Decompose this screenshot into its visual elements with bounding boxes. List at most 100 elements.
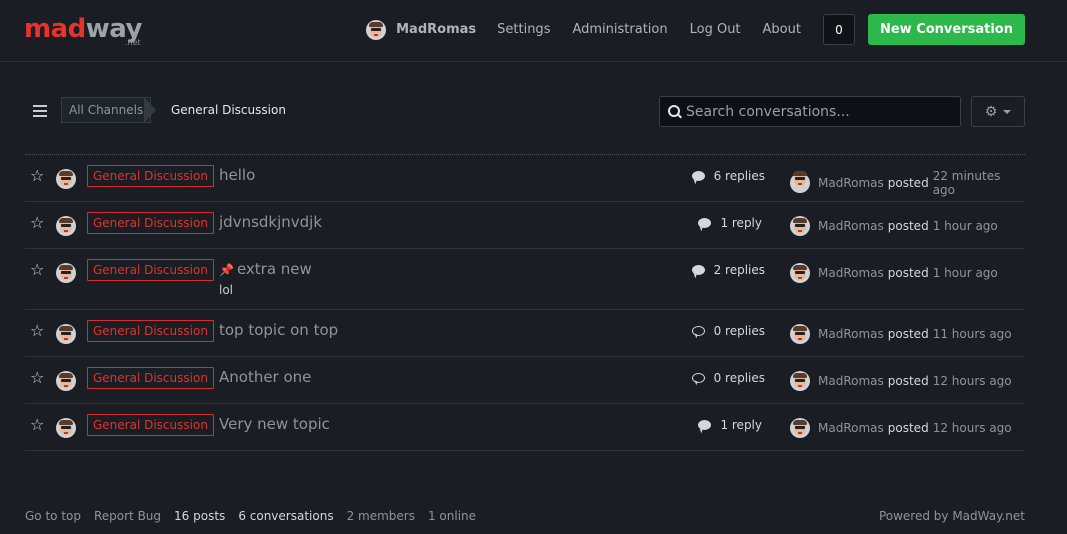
last-post-time[interactable]: 12 hours ago [933, 374, 1012, 388]
user-menu[interactable]: MadRomas [366, 19, 476, 40]
starter-avatar[interactable] [56, 169, 76, 189]
last-post-info: MadRomas posted 1 hour ago [790, 263, 998, 283]
last-poster-avatar[interactable] [790, 418, 810, 438]
last-post-time[interactable]: 11 hours ago [933, 327, 1012, 341]
conversation-row[interactable]: ☆ General Discussion hello 6 replies Mad… [25, 155, 1025, 202]
conversation-row[interactable]: ☆ General Discussion jdvnsdkjnvdjk 1 rep… [25, 202, 1025, 249]
channel-tag[interactable]: General Discussion [87, 212, 214, 234]
starter-avatar[interactable] [56, 418, 76, 438]
pin-icon: 📌 [219, 263, 234, 277]
last-poster-avatar[interactable] [790, 371, 810, 391]
conversation-title[interactable]: top topic on top [219, 321, 338, 339]
last-poster-name[interactable]: MadRomas [818, 374, 884, 388]
conversation-title[interactable]: hello [219, 166, 255, 184]
reply-count-label: 1 reply [720, 418, 762, 432]
comment-icon [698, 420, 712, 430]
comment-outline-icon [691, 326, 705, 336]
logo-suffix: .net [125, 38, 141, 47]
reply-count: 6 replies [691, 169, 765, 183]
report-bug-link[interactable]: Report Bug [94, 509, 161, 523]
logo-text-mad: mad [24, 14, 86, 44]
chevron-down-icon [1003, 109, 1012, 114]
star-icon[interactable]: ☆ [30, 215, 44, 231]
page-footer: Go to top Report Bug 16 posts 6 conversa… [25, 509, 1025, 523]
star-icon[interactable]: ☆ [30, 370, 44, 386]
nav-link-administration[interactable]: Administration [572, 22, 667, 37]
search-icon [668, 104, 682, 119]
last-poster-name[interactable]: MadRomas [818, 266, 884, 280]
last-poster-avatar[interactable] [790, 216, 810, 236]
reply-count-label: 1 reply [720, 216, 762, 230]
nav-link-settings[interactable]: Settings [497, 22, 550, 37]
last-poster-name[interactable]: MadRomas [818, 176, 884, 190]
online-count-link[interactable]: 1 online [428, 509, 476, 523]
posted-label: posted [887, 327, 929, 341]
last-poster-name[interactable]: MadRomas [818, 327, 884, 341]
reply-count-label: 2 replies [713, 263, 765, 277]
settings-dropdown-button[interactable]: ⚙ [971, 96, 1025, 127]
conversation-title-wrap[interactable]: 📌 extra new [219, 260, 312, 278]
search-input[interactable] [686, 103, 946, 120]
top-header: madway .net MadRomas Settings Administra… [0, 0, 1067, 62]
star-icon[interactable]: ☆ [30, 168, 44, 184]
starter-avatar[interactable] [56, 371, 76, 391]
notification-count-button[interactable]: 0 [822, 14, 855, 45]
conversation-title[interactable]: Very new topic [219, 415, 330, 433]
channel-tag[interactable]: General Discussion [87, 320, 214, 342]
last-poster-name[interactable]: MadRomas [818, 421, 884, 435]
member-count-link[interactable]: 2 members [347, 509, 415, 523]
conversation-count-stat: 6 conversations [238, 509, 334, 523]
last-post-info: MadRomas posted 12 hours ago [790, 371, 1012, 391]
reply-count: 0 replies [691, 324, 765, 338]
new-conversation-button[interactable]: New Conversation [867, 14, 1025, 45]
last-post-time[interactable]: 1 hour ago [933, 266, 998, 280]
last-poster-avatar[interactable] [790, 324, 810, 344]
channel-tag[interactable]: General Discussion [87, 165, 214, 187]
reply-count-label: 0 replies [713, 324, 765, 338]
conversation-title[interactable]: jdvnsdkjnvdjk [219, 213, 322, 231]
reply-count-label: 6 replies [713, 169, 765, 183]
channel-tag[interactable]: General Discussion [87, 414, 214, 436]
comment-icon [698, 218, 712, 228]
last-poster-avatar[interactable] [790, 263, 810, 283]
starter-avatar[interactable] [56, 216, 76, 236]
last-post-info: MadRomas posted 12 hours ago [790, 418, 1012, 438]
comment-outline-icon [691, 373, 705, 383]
last-post-info: MadRomas posted 11 hours ago [790, 324, 1012, 344]
conversation-row[interactable]: ☆ General Discussion 📌 extra new lol 2 re… [25, 249, 1025, 310]
posted-label: posted [887, 176, 929, 190]
conversation-row[interactable]: ☆ General Discussion Another one 0 repli… [25, 357, 1025, 404]
last-post-info: MadRomas posted 22 minutes ago [790, 169, 1025, 197]
star-icon[interactable]: ☆ [30, 262, 44, 278]
nav-link-about[interactable]: About [763, 22, 801, 37]
breadcrumb-current-channel: General Discussion [171, 103, 286, 117]
star-icon[interactable]: ☆ [30, 417, 44, 433]
toolbar: All Channels General Discussion ⚙ [25, 96, 1025, 127]
last-post-time[interactable]: 22 minutes ago [933, 169, 1025, 197]
go-to-top-link[interactable]: Go to top [25, 509, 81, 523]
last-post-time[interactable]: 12 hours ago [933, 421, 1012, 435]
conversation-title[interactable]: Another one [219, 368, 311, 386]
starter-avatar[interactable] [56, 263, 76, 283]
conversation-row[interactable]: ☆ General Discussion Very new topic 1 re… [25, 404, 1025, 451]
conversation-row[interactable]: ☆ General Discussion top topic on top 0 … [25, 310, 1025, 357]
site-logo[interactable]: madway .net [24, 14, 164, 48]
star-icon[interactable]: ☆ [30, 323, 44, 339]
posted-label: posted [887, 219, 929, 233]
starter-avatar[interactable] [56, 324, 76, 344]
channel-tag[interactable]: General Discussion [87, 259, 214, 281]
powered-by-link[interactable]: Powered by MadWay.net [879, 509, 1025, 523]
last-poster-name[interactable]: MadRomas [818, 219, 884, 233]
nav-link-logout[interactable]: Log Out [690, 22, 741, 37]
reply-count-label: 0 replies [713, 371, 765, 385]
post-count-stat: 16 posts [174, 509, 226, 523]
conversation-excerpt: lol [219, 283, 234, 297]
last-poster-avatar[interactable] [790, 171, 810, 193]
conversation-title[interactable]: extra new [237, 260, 312, 278]
reply-count: 1 reply [698, 216, 762, 230]
channel-tag[interactable]: General Discussion [87, 367, 214, 389]
list-icon[interactable] [33, 105, 47, 117]
breadcrumb-all-channels[interactable]: All Channels [61, 97, 152, 123]
user-avatar [366, 19, 387, 40]
last-post-time[interactable]: 1 hour ago [933, 219, 998, 233]
